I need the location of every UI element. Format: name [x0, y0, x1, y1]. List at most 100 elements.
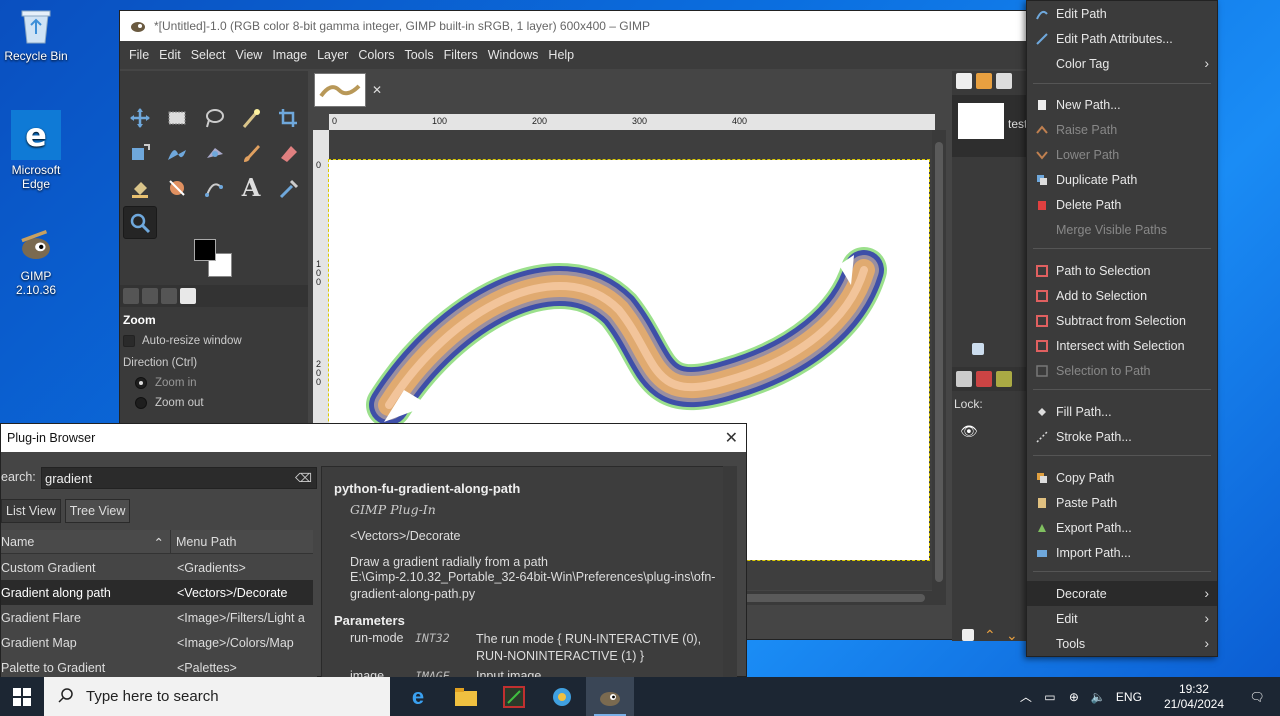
network-icon[interactable]: ⊕ [1062, 690, 1086, 704]
device-status-tab-icon[interactable] [142, 288, 158, 304]
close-icon[interactable]: ✕ [725, 428, 738, 448]
zoom-tool-icon[interactable] [123, 206, 157, 239]
volume-icon[interactable]: 🔈 [1086, 690, 1110, 704]
table-row[interactable]: Gradient Flare <Image>/Filters/Light a [1, 605, 313, 630]
menu-item-intersect-with-selection[interactable]: Intersect with Selection [1027, 333, 1217, 358]
bucket-fill-tool-icon[interactable] [123, 171, 157, 204]
move-tool-icon[interactable] [123, 101, 157, 134]
menu-item-delete-path[interactable]: Delete Path [1027, 192, 1217, 217]
battery-icon[interactable]: ▭ [1038, 690, 1062, 704]
undo-history-tab-icon[interactable] [161, 288, 177, 304]
search-input[interactable]: gradient ⌫ [41, 467, 317, 489]
table-row[interactable]: Gradient along path <Vectors>/Decorate [1, 580, 313, 605]
font-tab-icon[interactable] [996, 73, 1012, 89]
settings-app-icon[interactable] [538, 677, 586, 716]
menu-file[interactable]: File [124, 48, 154, 62]
auto-resize-row[interactable]: Auto-resize window [123, 331, 305, 351]
gimp-titlebar[interactable]: *[Untitled]-1.0 (RGB color 8-bit gamma i… [120, 11, 1028, 41]
detail-scrollbar[interactable] [723, 466, 737, 678]
menu-help[interactable]: Help [543, 48, 579, 62]
layers-tab-icon[interactable] [956, 371, 972, 387]
menu-item-new-path[interactable]: New Path... [1027, 92, 1217, 117]
desktop-icon-gimp[interactable]: GIMP 2.10.36 [0, 226, 72, 297]
zoom-in-radio[interactable] [135, 377, 147, 389]
zoom-out-option[interactable]: Zoom out [123, 393, 305, 413]
column-name[interactable]: Name ⌃ [1, 530, 171, 554]
table-row[interactable]: Custom Gradient <Gradients> [1, 555, 313, 580]
raise-path-icon[interactable]: ⌃ [984, 627, 996, 644]
eraser-tool-icon[interactable] [271, 136, 305, 169]
menu-layer[interactable]: Layer [312, 48, 353, 62]
paths-tab-icon[interactable] [180, 288, 196, 304]
new-path-icon[interactable] [962, 629, 974, 641]
brush-tab-icon[interactable] [956, 73, 972, 89]
menu-item-edit[interactable]: Edit › [1027, 606, 1217, 631]
layer-thumbnail[interactable] [958, 103, 1004, 139]
image-tab-thumbnail[interactable] [314, 73, 366, 107]
foreground-color[interactable] [194, 239, 216, 261]
notifications-icon[interactable]: 🗨 [1242, 690, 1272, 704]
zoom-in-option[interactable]: Zoom in [123, 373, 305, 393]
menu-item-subtract-from-selection[interactable]: Subtract from Selection [1027, 308, 1217, 333]
menu-item-stroke-path[interactable]: Stroke Path... [1027, 424, 1217, 449]
rect-select-tool-icon[interactable] [160, 101, 194, 134]
desktop-icon-recycle-bin[interactable]: Recycle Bin [0, 6, 72, 63]
menu-view[interactable]: View [230, 48, 267, 62]
fg-bg-color-swatch[interactable] [194, 239, 238, 279]
warp-transform-tool-icon[interactable] [160, 136, 194, 169]
clock[interactable]: 19:32 21/04/2024 [1164, 682, 1224, 712]
auto-resize-checkbox[interactable] [123, 335, 135, 347]
windows-start-icon[interactable] [0, 677, 44, 716]
dialog-titlebar[interactable]: Plug-in Browser [1, 424, 746, 452]
crop-tool-icon[interactable] [271, 101, 305, 134]
text-tool-icon[interactable]: A [234, 171, 268, 204]
color-picker-tool-icon[interactable] [271, 171, 305, 204]
paintbrush-tool-icon[interactable] [234, 136, 268, 169]
vertical-scrollbar[interactable] [932, 130, 946, 605]
menu-item-edit-path[interactable]: Edit Path [1027, 1, 1217, 26]
tab-list-view[interactable]: List View [1, 499, 61, 523]
menu-item-duplicate-path[interactable]: Duplicate Path [1027, 167, 1217, 192]
menu-tools[interactable]: Tools [399, 48, 438, 62]
clone-tool-icon[interactable] [197, 136, 231, 169]
menu-item-merge-visible-paths[interactable]: Merge Visible Paths [1027, 217, 1217, 242]
lasso-tool-icon[interactable] [197, 101, 231, 134]
clear-icon[interactable]: ⌫ [295, 471, 312, 485]
menu-item-lower-path[interactable]: Lower Path [1027, 142, 1217, 167]
gimp-taskbar-icon[interactable] [586, 677, 634, 716]
language-indicator[interactable]: ENG [1110, 690, 1148, 704]
app-taskbar-icon[interactable] [490, 677, 538, 716]
channels-tab-icon[interactable] [976, 371, 992, 387]
menu-item-import-path[interactable]: Import Path... [1027, 540, 1217, 565]
menu-item-tools[interactable]: Tools › [1027, 631, 1217, 656]
new-layer-icon[interactable] [972, 343, 984, 355]
file-explorer-icon[interactable] [442, 677, 490, 716]
tool-options-tab-icon[interactable] [123, 288, 139, 304]
smudge-tool-icon[interactable] [160, 171, 194, 204]
paths-tab-icon[interactable] [996, 371, 1012, 387]
paths-tool-icon[interactable] [197, 171, 231, 204]
desktop-icon-edge[interactable]: e Microsoft Edge [0, 110, 72, 191]
close-icon[interactable]: ✕ [372, 83, 382, 97]
menu-item-raise-path[interactable]: Raise Path [1027, 117, 1217, 142]
menu-item-decorate[interactable]: Decorate › [1027, 581, 1217, 606]
menu-item-color-tag[interactable]: Color Tag › [1027, 51, 1217, 76]
menu-item-add-to-selection[interactable]: Add to Selection [1027, 283, 1217, 308]
menu-item-copy-path[interactable]: Copy Path [1027, 465, 1217, 490]
table-row[interactable]: Gradient Map <Image>/Colors/Map [1, 630, 313, 655]
menu-windows[interactable]: Windows [483, 48, 544, 62]
lower-path-icon[interactable]: ⌄ [1006, 627, 1018, 644]
menu-image[interactable]: Image [267, 48, 312, 62]
menu-item-fill-path[interactable]: Fill Path... [1027, 399, 1217, 424]
layer-name[interactable]: test [1008, 117, 1027, 131]
menu-colors[interactable]: Colors [353, 48, 399, 62]
zoom-out-radio[interactable] [135, 397, 147, 409]
menu-select[interactable]: Select [186, 48, 231, 62]
unified-transform-tool-icon[interactable] [123, 136, 157, 169]
edge-taskbar-icon[interactable]: e [394, 677, 442, 716]
tab-tree-view[interactable]: Tree View [64, 499, 131, 523]
fuzzy-select-tool-icon[interactable] [234, 101, 268, 134]
menu-edit[interactable]: Edit [154, 48, 186, 62]
column-menu-path[interactable]: Menu Path [171, 530, 236, 554]
menu-filters[interactable]: Filters [439, 48, 483, 62]
